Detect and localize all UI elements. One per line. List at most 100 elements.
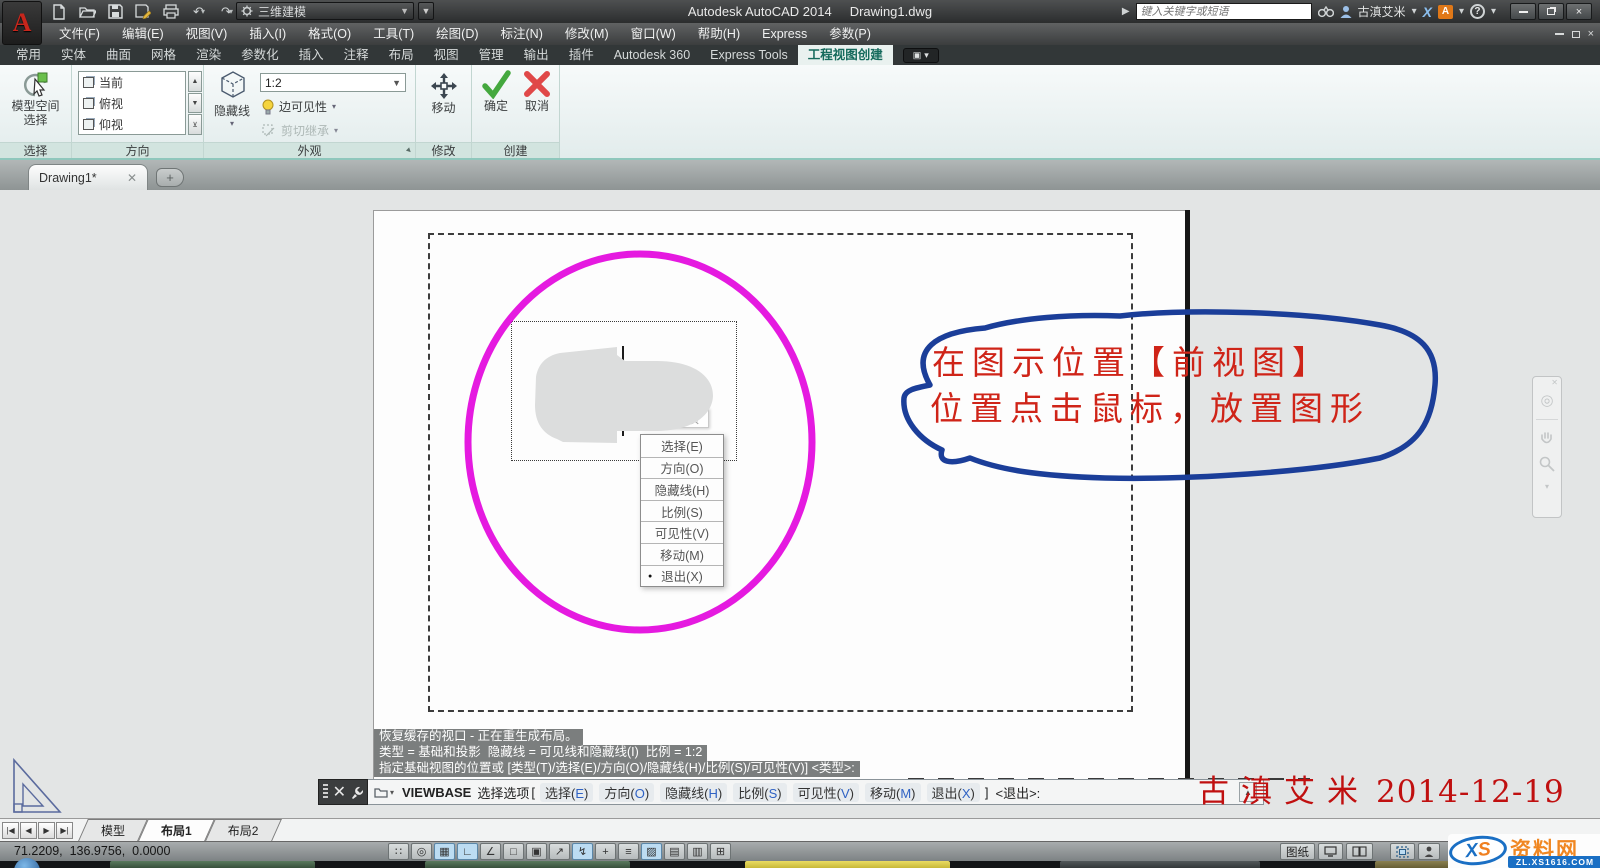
menu-item[interactable]: 帮助(H) (687, 23, 751, 45)
annotation-monitor-toggle[interactable]: ⊞ (710, 843, 731, 860)
transparency-toggle[interactable]: ▨ (641, 843, 662, 860)
ribbon-tab[interactable]: 视图 (424, 45, 469, 65)
annotation-visibility-button[interactable] (1418, 843, 1440, 860)
user-menu-chevron-icon[interactable]: ▾ (1412, 6, 1417, 17)
coordinate-display[interactable]: 71.2209, 136.9756, 0.0000 (14, 844, 170, 858)
panel-label-orientation[interactable]: 方向 (72, 142, 203, 158)
lineweight-toggle[interactable]: ≡ (618, 843, 639, 860)
help-icon[interactable]: ? (1469, 4, 1485, 19)
menu-item[interactable]: Express (751, 23, 818, 45)
context-menu-item[interactable]: 方向(O) (641, 456, 723, 479)
first-tab-button[interactable]: |◀ (2, 821, 19, 839)
ribbon-tab[interactable]: 插入 (289, 45, 334, 65)
paper-model-toggle[interactable]: 图纸 (1280, 843, 1315, 860)
layout-tab-布局2[interactable]: 布局2 (210, 819, 277, 841)
ribbon-tab[interactable]: 插件 (559, 45, 604, 65)
file-tab-close-icon[interactable]: ✕ (127, 171, 137, 185)
taskbar-item[interactable] (425, 861, 630, 868)
ribbon-tab[interactable]: 工程视图创建 (797, 45, 893, 65)
orientation-option[interactable]: 仰视 (79, 114, 185, 135)
context-menu-item[interactable]: 比例(S) (641, 499, 723, 522)
ortho-mode-toggle[interactable]: ∟ (457, 843, 478, 860)
scroll-down-button[interactable]: ▼ (188, 92, 202, 114)
menu-item[interactable]: 编辑(E) (111, 23, 175, 45)
selection-cycling-toggle[interactable]: ▥ (687, 843, 708, 860)
steering-wheel-icon[interactable]: ◎ (1540, 391, 1553, 409)
menu-item[interactable]: 格式(O) (297, 23, 362, 45)
infocenter-collapse-icon[interactable]: ▶ (1122, 6, 1130, 17)
command-input-line[interactable]: ▾ VIEWBASE 选择选项 [ 选择(E) 方向(O) 隐藏线(H) 比例(S) 可… (368, 779, 1264, 805)
command-bar-grip[interactable]: ✕ (318, 779, 368, 805)
menu-item[interactable]: 标注(N) (490, 23, 554, 45)
workspace-switcher[interactable]: 三维建模 ▼ (236, 2, 414, 20)
taskbar-item[interactable] (745, 861, 950, 868)
gallery-expand-button[interactable]: ⊻ (188, 114, 202, 136)
open-folder-icon[interactable] (76, 2, 98, 21)
menu-item[interactable]: 参数(P) (818, 23, 882, 45)
object-snap-toggle[interactable]: □ (503, 843, 524, 860)
help-chevron-icon[interactable]: ▾ (1491, 6, 1496, 17)
command-close-icon[interactable]: ✕ (333, 782, 346, 802)
panel-expander-icon[interactable]: ▸ (404, 145, 415, 156)
taskbar-item[interactable] (1060, 861, 1260, 868)
context-menu-item[interactable]: 隐藏线(H) (641, 478, 723, 500)
command-option[interactable]: 比例(S) (733, 782, 787, 802)
pan-hand-icon[interactable] (1539, 430, 1555, 446)
orientation-option[interactable]: 俯视 (79, 93, 185, 114)
ribbon-minimize-button[interactable]: ▣ ▾ (902, 48, 939, 63)
context-menu-item[interactable]: 移动(M) (641, 542, 723, 565)
panel-label-modify[interactable]: 修改 (416, 142, 471, 158)
undo-icon[interactable]: ↶ ▾ (188, 2, 210, 21)
navbar-more-icon[interactable]: ▾ (1545, 482, 1549, 491)
exchange-apps-icon[interactable]: X (1423, 4, 1432, 20)
file-tab-drawing1[interactable]: Drawing1* ✕ (28, 164, 148, 190)
autodesk360-icon[interactable]: A (1437, 4, 1453, 19)
ribbon-tab[interactable]: 渲染 (186, 45, 231, 65)
print-icon[interactable] (160, 2, 182, 21)
menu-item[interactable]: 工具(T) (362, 23, 425, 45)
ribbon-tab[interactable]: 输出 (514, 45, 559, 65)
move-button[interactable]: 移动 (416, 65, 471, 115)
menu-item[interactable]: 文件(F) (48, 23, 111, 45)
object-snap-tracking-toggle[interactable]: ↗ (549, 843, 570, 860)
menu-item[interactable]: 插入(I) (238, 23, 297, 45)
new-file-icon[interactable] (48, 2, 70, 21)
command-option[interactable]: 可见性(V) (792, 782, 859, 802)
last-tab-button[interactable]: ▶| (56, 821, 73, 839)
quick-view-drawings-button[interactable] (1346, 843, 1373, 860)
command-option[interactable]: 移动(M) (864, 782, 921, 802)
restore-button[interactable] (1538, 3, 1564, 20)
ribbon-tab[interactable]: 实体 (51, 45, 96, 65)
panel-label-appearance[interactable]: 外观 ▸ (204, 142, 415, 158)
new-drawing-button[interactable]: + (156, 168, 184, 187)
command-line-palette[interactable]: ✕ ▾ VIEWBASE 选择选项 [ 选择(E) 方向(O) 隐藏线(H) 比例(S… (318, 779, 1264, 805)
save-as-icon[interactable] (132, 2, 154, 21)
ok-button[interactable]: 确定 (480, 69, 512, 113)
navbar-close-icon[interactable]: ✕ (1551, 378, 1558, 387)
layout-tab-模型[interactable]: 模型 (83, 819, 143, 841)
dynamic-ucs-toggle[interactable]: ↯ (572, 843, 593, 860)
ribbon-tab[interactable]: 管理 (469, 45, 514, 65)
doc-restore-button[interactable] (1571, 30, 1580, 38)
context-menu-item[interactable]: ● 退出(X) (641, 564, 723, 587)
panel-label-create[interactable]: 创建 (472, 142, 559, 158)
command-option[interactable]: 隐藏线(H) (660, 782, 728, 802)
grid-display-toggle[interactable]: ▦ (434, 843, 455, 860)
prev-tab-button[interactable]: ◀ (20, 821, 37, 839)
ribbon-tab[interactable]: Express Tools (700, 45, 798, 65)
hidden-lines-button[interactable]: 隐藏线 ▾ (208, 69, 256, 128)
doc-close-button[interactable]: × (1588, 28, 1594, 40)
ribbon-tab[interactable]: 布局 (379, 45, 424, 65)
navigation-bar[interactable]: ✕ ◎ ▾ (1532, 376, 1562, 518)
ribbon-tab[interactable]: 注释 (334, 45, 379, 65)
autodesk360-chevron-icon[interactable]: ▾ (1459, 6, 1464, 17)
close-button[interactable]: × (1566, 3, 1592, 20)
zoom-icon[interactable] (1539, 456, 1555, 472)
drawing-area[interactable]: 选择选项 选择(E)方向(O)隐藏线(H)比例(S)可见性(V)移动(M)●退出… (0, 190, 1600, 818)
ribbon-tab[interactable]: 曲面 (96, 45, 141, 65)
3d-object-snap-toggle[interactable]: ▣ (526, 843, 547, 860)
save-icon[interactable] (104, 2, 126, 21)
scale-combobox[interactable]: 1:2 ▼ (260, 73, 406, 92)
ribbon-tab[interactable]: Autodesk 360 (604, 45, 700, 65)
dynamic-input-toggle[interactable]: + (595, 843, 616, 860)
